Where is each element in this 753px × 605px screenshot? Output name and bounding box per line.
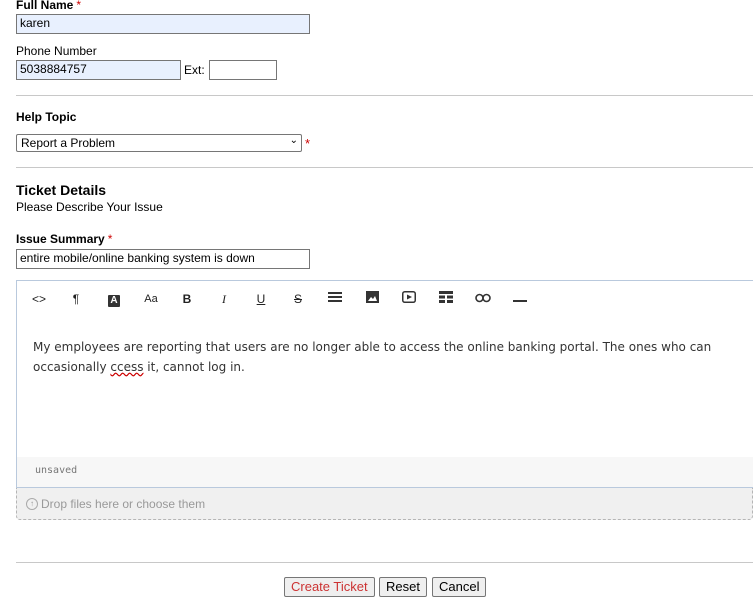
image-icon[interactable] [361,290,383,308]
reset-button[interactable]: Reset [379,577,427,597]
misspelled-word: ccess [110,360,144,374]
link-icon[interactable] [472,290,494,308]
font-size-icon[interactable]: Aa [140,290,162,308]
create-ticket-button[interactable]: Create Ticket [284,577,375,597]
help-topic-selected: Report a Problem [21,136,116,150]
bold-icon[interactable]: B [176,290,198,308]
editor-status-bar: unsaved [17,457,753,487]
help-topic-select[interactable]: Report a Problem ⌄ [16,134,302,152]
paragraph-icon[interactable]: ¶ [65,290,87,308]
upload-icon: ↑ [26,498,38,510]
code-icon[interactable]: <> [28,290,50,308]
required-mark: * [107,232,113,246]
help-topic-label: Help Topic [16,110,77,124]
phone-input[interactable]: 5038884757 [16,60,181,80]
full-name-input[interactable]: karen [16,14,310,34]
divider [16,167,753,168]
editor-body[interactable]: My employees are reporting that users ar… [33,337,713,377]
issue-summary-input[interactable]: entire mobile/online banking system is d… [16,249,310,269]
ticket-details-subheading: Please Describe Your Issue [16,200,163,214]
list-icon[interactable] [324,290,346,308]
horizontal-rule-icon[interactable] [509,290,531,308]
ext-label: Ext: [184,63,205,77]
editor-text: occasionally [33,360,111,374]
ticket-details-heading: Ticket Details [16,182,107,198]
phone-label: Phone Number [16,44,97,58]
drop-zone-text: Drop files here or choose them [41,497,206,511]
save-status: unsaved [35,465,78,476]
ext-input[interactable] [209,60,277,80]
table-icon[interactable] [435,290,457,308]
editor-toolbar: <> ¶ A Aa B I U S [17,281,753,317]
chevron-down-icon: ⌄ [289,135,298,146]
required-mark: * [76,0,82,12]
underline-icon[interactable]: U [250,290,272,308]
divider [16,562,753,563]
video-icon[interactable] [398,290,420,308]
issue-summary-label: Issue Summary * [16,232,112,246]
strikethrough-icon[interactable]: S [287,290,309,308]
italic-icon[interactable]: I [213,290,235,308]
cancel-button[interactable]: Cancel [432,577,487,597]
help-topic-required-mark: * [305,136,311,151]
editor-text: it, cannot log in. [143,360,245,374]
editor-body-line: occasionally ccess it, cannot log in. [33,357,713,377]
divider [16,95,753,96]
editor-body-line: My employees are reporting that users ar… [33,340,712,354]
full-name-label-text: Full Name [16,0,74,12]
full-name-label: Full Name * [16,0,81,12]
file-drop-zone[interactable]: ↑ Drop files here or choose them [16,488,753,520]
issue-summary-label-text: Issue Summary [16,232,105,246]
text-color-icon[interactable]: A [103,290,125,308]
rich-text-editor: <> ¶ A Aa B I U S My employees are repor… [16,280,753,488]
